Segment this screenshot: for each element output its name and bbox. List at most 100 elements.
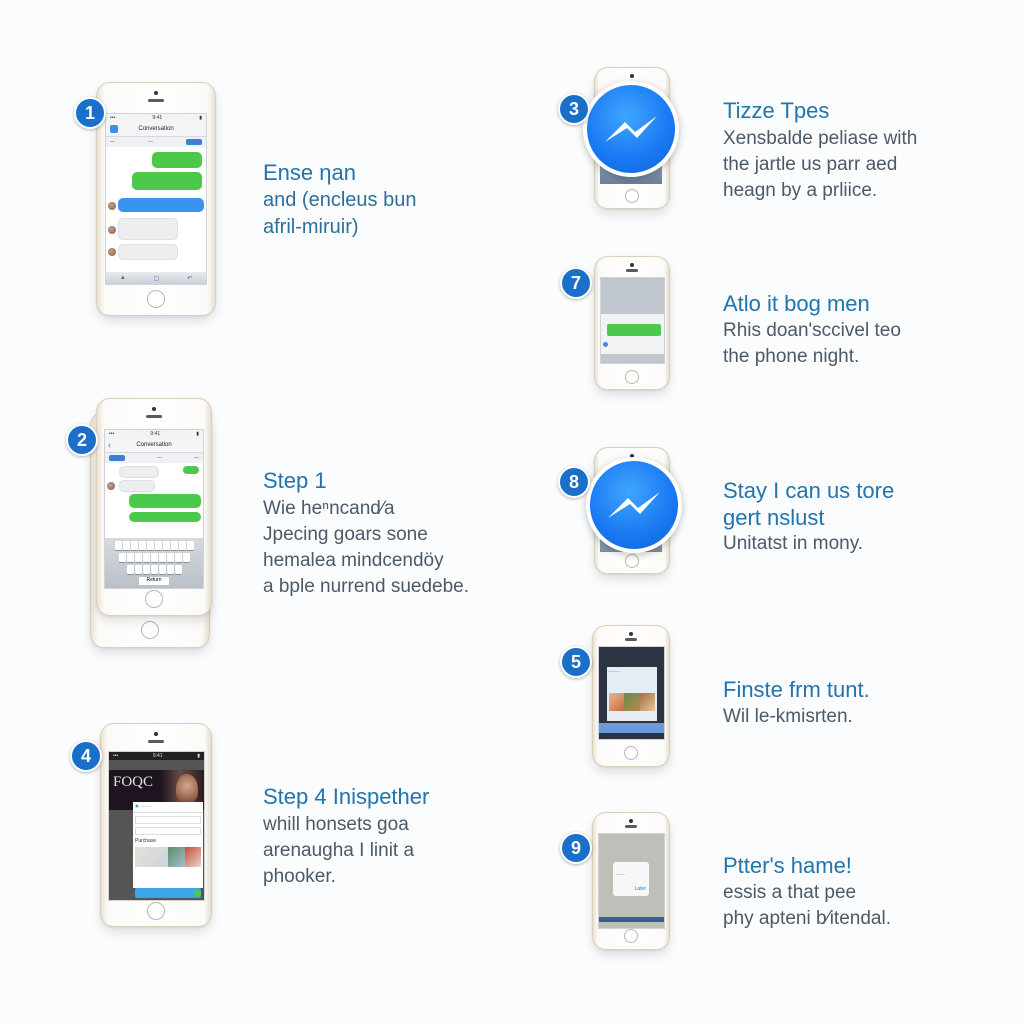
input-field[interactable]	[135, 816, 201, 824]
phone-mockup: ••• 9:41 ▮ ‹ Conversation — — Return	[96, 398, 212, 616]
step-number-badge: 4	[70, 740, 102, 772]
bottom-toolbar	[599, 723, 664, 733]
message-bubble-sent	[132, 172, 202, 190]
step-number-badge: 9	[560, 832, 592, 864]
step-description-line: Xensbalde peliase with	[723, 128, 918, 149]
speaker-icon	[148, 99, 164, 102]
phone-mockup: ——— Later	[592, 812, 670, 950]
step-number-badge: 5	[560, 646, 592, 678]
message-bubble-received	[118, 218, 178, 240]
home-button[interactable]	[147, 290, 165, 308]
camera-icon	[152, 407, 156, 411]
return-key[interactable]: Return	[139, 577, 169, 585]
step-description-line: phooker.	[263, 866, 336, 887]
camera-icon	[630, 74, 634, 78]
camera-button-icon[interactable]: ▲	[120, 275, 126, 281]
step-description-line: the jartle us parr aed	[723, 154, 898, 175]
phone-mockup	[594, 256, 670, 390]
message-bubble-received	[119, 466, 159, 478]
alert-dialog: ——— Later	[613, 862, 649, 896]
portrait-image	[176, 774, 198, 804]
step-title: Step 4 Inispether	[263, 784, 430, 809]
share-sheet	[601, 314, 664, 354]
phone-screen: ••• 9:41 ▮ Conversation — — ▲ ▢ ↶	[105, 113, 207, 285]
message-preview	[607, 324, 661, 336]
step-description-line: phy apteni b⁄itendal.	[723, 908, 891, 929]
phone-mockup: ••• 9:41 ▮ FOQC ▣ ——— Purchase	[100, 723, 212, 927]
speaker-icon	[148, 740, 164, 743]
message-bubble-sent	[129, 512, 201, 522]
camera-icon	[154, 91, 158, 95]
step-description-line: Jpecing goars sone	[263, 524, 428, 545]
speaker-icon	[625, 638, 637, 641]
step-description-line: heagn by a prliice.	[723, 180, 878, 201]
message-bubble-received	[119, 480, 155, 492]
step-title: Atlo it bog men	[723, 291, 870, 316]
step-description-line: Unitatst in mony.	[723, 533, 864, 554]
phone-screen: ••• 9:41 ▮ FOQC ▣ ——— Purchase	[108, 751, 205, 901]
back-chevron-icon[interactable]: ‹	[108, 440, 111, 450]
messenger-bolt-icon	[608, 492, 660, 518]
step-title: Step 1	[263, 468, 327, 493]
step-title: Tizze Tpes	[723, 98, 830, 123]
chat-title: Conversation	[138, 126, 174, 132]
step-description-line: afril-miruir)	[263, 216, 359, 238]
message-bubble-received	[118, 198, 204, 212]
status-bar: ••• 9:41 ▮	[105, 430, 203, 438]
step-description-line: the phone night.	[723, 346, 860, 367]
home-button[interactable]	[624, 929, 638, 943]
messenger-app-icon[interactable]	[583, 81, 679, 177]
message-bubble-sent	[152, 152, 202, 168]
step-number-badge: 1	[74, 97, 106, 129]
action-button[interactable]	[135, 888, 201, 898]
phone-screen	[600, 277, 665, 364]
avatar	[108, 248, 116, 256]
home-button[interactable]	[625, 554, 639, 568]
home-button[interactable]	[625, 370, 639, 384]
segment-tab-active[interactable]	[109, 455, 125, 461]
step-title-line-2: gert nslust	[723, 505, 825, 530]
phone-screen: ••• 9:41 ▮ ‹ Conversation — — Return	[104, 429, 204, 589]
step-title: Stay I can us tore	[723, 478, 895, 503]
step-title: Ense ηan	[263, 160, 356, 185]
home-button	[141, 621, 159, 639]
step-title: Ptter's hame!	[723, 853, 852, 878]
app-icon[interactable]	[603, 342, 608, 347]
alert-button[interactable]: Later	[635, 886, 646, 892]
messenger-app-icon[interactable]	[586, 457, 682, 553]
speaker-icon	[626, 269, 638, 272]
select-field[interactable]	[135, 827, 201, 835]
back-button[interactable]	[110, 125, 118, 133]
reply-icon[interactable]: ↶	[187, 275, 192, 282]
step-description-line: Rhis doan'sccivel teo	[723, 320, 901, 341]
image-thumbnails	[135, 847, 201, 867]
bottom-bar	[599, 917, 664, 922]
chat-nav-bar: ‹ Conversation	[105, 438, 203, 453]
step-description-line: Wil le-kmisrten.	[723, 706, 853, 727]
compose-icon[interactable]: ▢	[154, 275, 160, 282]
home-button[interactable]	[147, 902, 165, 920]
step-number-badge: 8	[558, 466, 590, 498]
bottom-toolbar: ▲ ▢ ↶	[106, 272, 206, 284]
camera-icon	[154, 732, 158, 736]
keyboard[interactable]: Return	[105, 538, 203, 588]
step-description-line: hemalea mindcendöy	[263, 550, 444, 571]
home-button[interactable]	[625, 189, 639, 203]
step-description-line: whill honsets goa	[263, 814, 409, 835]
messenger-bolt-icon	[605, 116, 657, 142]
chat-icon[interactable]	[194, 890, 201, 897]
step-number-badge: 3	[558, 93, 590, 125]
photo-thumbnails	[609, 693, 655, 711]
home-button[interactable]	[145, 590, 163, 608]
camera-icon	[629, 819, 633, 823]
phone-screen: ——— Later	[598, 833, 665, 929]
chat-title: Conversation	[136, 442, 172, 448]
step-title: Finste frm tunt.	[723, 677, 870, 702]
avatar	[108, 202, 116, 210]
card-header: ———	[608, 668, 620, 673]
alert-message: ———	[616, 872, 625, 876]
phone-mockup: ••• 9:41 ▮ Conversation — — ▲ ▢ ↶	[96, 82, 216, 316]
send-button[interactable]	[186, 139, 202, 145]
home-button[interactable]	[624, 746, 638, 760]
phone-mockup: ———	[592, 625, 670, 767]
